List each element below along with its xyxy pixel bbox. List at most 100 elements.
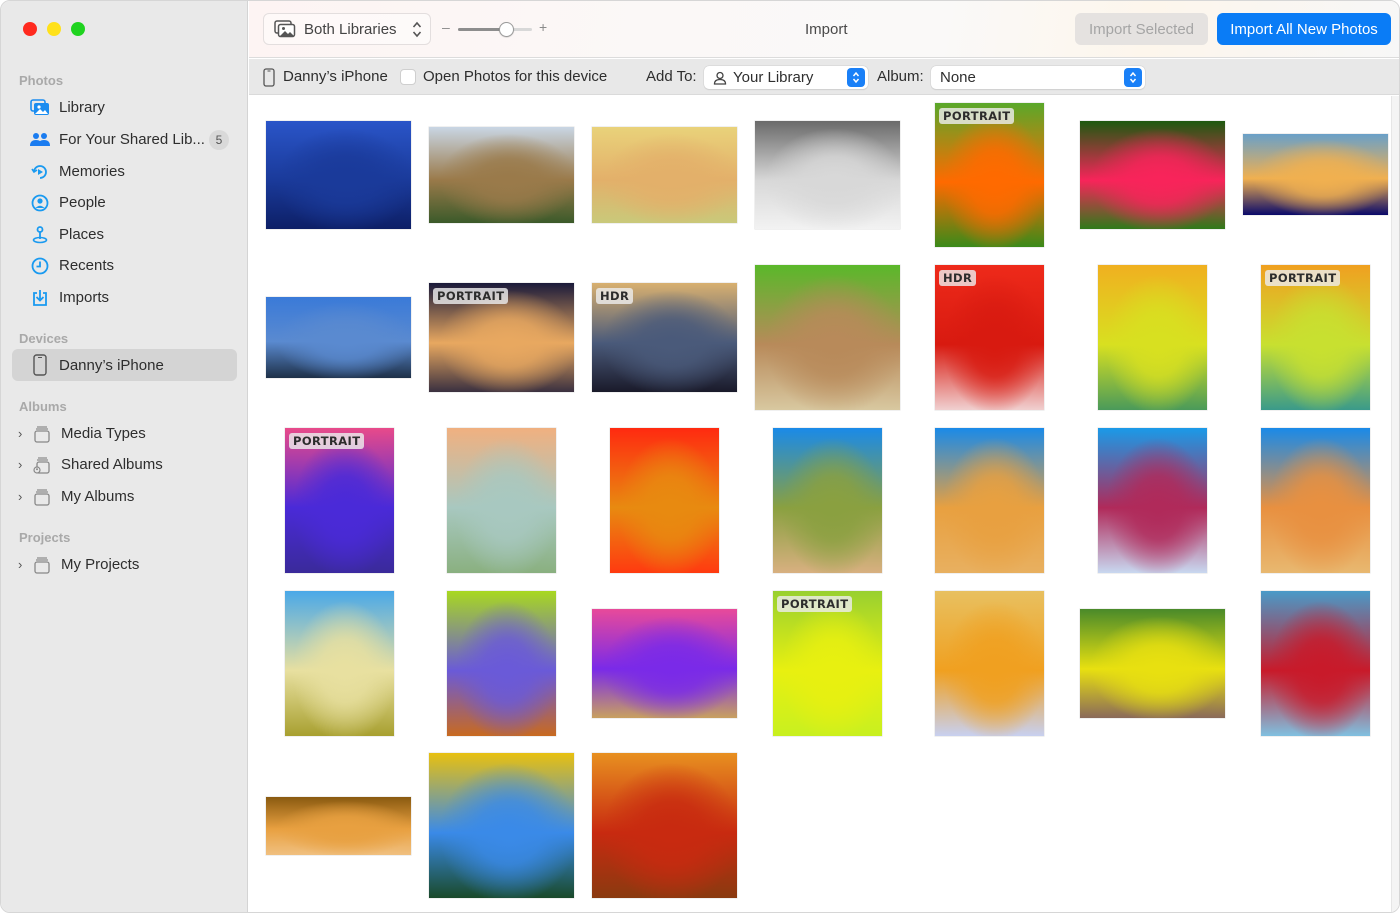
- sidebar-item-label: Memories: [59, 163, 125, 180]
- photo-thumbnail[interactable]: [266, 797, 411, 855]
- sidebar-item-label: Media Types: [61, 425, 146, 442]
- photo-thumbnail[interactable]: [285, 591, 394, 736]
- photo-thumbnail[interactable]: PORTRAIT: [773, 591, 882, 736]
- sidebar-item-label: My Albums: [61, 488, 135, 505]
- thumbnail-size-slider[interactable]: [458, 22, 532, 37]
- places-icon: [30, 225, 50, 245]
- minimize-window-button[interactable]: [47, 22, 61, 36]
- close-window-button[interactable]: [23, 22, 37, 36]
- photo-thumbnail[interactable]: [1080, 121, 1225, 229]
- sidebar-item-people[interactable]: People: [12, 187, 237, 218]
- sidebar-item-dannys-iphone[interactable]: Danny’s iPhone: [12, 349, 237, 381]
- photo-thumbnail[interactable]: PORTRAIT: [429, 283, 574, 392]
- import-selected-button[interactable]: Import Selected: [1075, 13, 1208, 45]
- people-icon: [30, 193, 50, 213]
- photo-thumbnail[interactable]: [1243, 134, 1388, 215]
- window-controls: [23, 22, 85, 36]
- sidebar-item-library[interactable]: Library: [12, 92, 237, 123]
- sidebar-item-label: Places: [59, 226, 105, 243]
- album-stack-icon: [32, 424, 52, 444]
- photo-grid: PORTRAIT PORTRAIT HDR HDR PORTRAIT PORTRAIT PO…: [249, 96, 1399, 912]
- hdr-badge: HDR: [596, 288, 634, 304]
- photo-thumbnail[interactable]: [1261, 591, 1370, 736]
- sidebar-item-label: Recents: [59, 257, 115, 274]
- portrait-badge: PORTRAIT: [777, 596, 853, 612]
- photo-thumbnail[interactable]: [1098, 265, 1207, 410]
- chevron-right-icon[interactable]: ›: [18, 489, 28, 504]
- shared-album-icon: [32, 455, 52, 475]
- shared-library-icon: [30, 130, 50, 150]
- zoom-out-button[interactable]: –: [442, 19, 450, 35]
- sidebar-item-places[interactable]: Places: [12, 219, 237, 250]
- album-value: None: [940, 69, 976, 86]
- chevron-right-icon[interactable]: ›: [18, 426, 28, 441]
- album-popup[interactable]: None: [931, 66, 1145, 89]
- photo-thumbnail[interactable]: [429, 127, 574, 223]
- photo-thumbnail[interactable]: [592, 753, 737, 898]
- sidebar-item-my-projects[interactable]: › My Projects: [12, 549, 237, 580]
- photos-import-window: Photos Library For Your Shared Lib... 5 …: [0, 0, 1400, 913]
- photo-thumbnail[interactable]: [447, 428, 556, 573]
- photo-thumbnail[interactable]: HDR: [935, 265, 1044, 410]
- open-photos-label[interactable]: Open Photos for this device: [423, 68, 607, 85]
- photo-thumbnail[interactable]: [935, 591, 1044, 736]
- sidebar-item-my-albums[interactable]: › My Albums: [12, 481, 237, 512]
- photo-thumbnail[interactable]: [1098, 428, 1207, 573]
- sidebar-item-label: For Your Shared Lib...: [59, 131, 205, 148]
- photo-thumbnail[interactable]: [447, 591, 556, 736]
- memories-icon: [30, 162, 50, 182]
- photo-thumbnail[interactable]: [755, 121, 900, 229]
- hdr-badge: HDR: [939, 270, 977, 286]
- photo-thumbnail[interactable]: [935, 428, 1044, 573]
- photo-thumbnail[interactable]: [773, 428, 882, 573]
- photo-thumbnail[interactable]: [1080, 609, 1225, 718]
- sidebar-item-label: Shared Albums: [61, 456, 163, 473]
- slider-thumb[interactable]: [499, 22, 514, 37]
- chevron-right-icon[interactable]: ›: [18, 557, 28, 572]
- zoom-window-button[interactable]: [71, 22, 85, 36]
- up-down-chevron-icon: [412, 21, 422, 42]
- import-all-new-photos-button[interactable]: Import All New Photos: [1217, 13, 1391, 45]
- up-down-chevron-icon: [1124, 68, 1142, 87]
- up-down-chevron-icon: [847, 68, 865, 87]
- photo-thumbnail[interactable]: [1261, 428, 1370, 573]
- library-selector[interactable]: Both Libraries: [263, 13, 431, 45]
- photo-library-icon: [274, 20, 296, 38]
- section-title-albums: Albums: [19, 399, 67, 414]
- zoom-in-button[interactable]: +: [539, 19, 547, 35]
- person-icon: [713, 71, 727, 85]
- photo-thumbnail[interactable]: [592, 127, 737, 223]
- window-title: Import: [805, 21, 848, 38]
- sidebar-item-label: Library: [59, 99, 105, 116]
- sidebar-item-media-types[interactable]: › Media Types: [12, 418, 237, 449]
- iphone-icon: [263, 68, 275, 91]
- photo-thumbnail[interactable]: [266, 121, 411, 229]
- sidebar-item-recents[interactable]: Recents: [12, 250, 237, 281]
- sidebar-item-label: Imports: [59, 289, 110, 306]
- photo-thumbnail[interactable]: [755, 265, 900, 410]
- photo-thumbnail[interactable]: PORTRAIT: [285, 428, 394, 573]
- sidebar-item-label: My Projects: [61, 556, 140, 573]
- sidebar-item-imports[interactable]: Imports: [12, 282, 237, 313]
- sidebar-item-memories[interactable]: Memories: [12, 156, 237, 187]
- album-label: Album:: [877, 68, 924, 85]
- add-to-popup[interactable]: Your Library: [704, 66, 868, 89]
- chevron-right-icon[interactable]: ›: [18, 457, 28, 472]
- sidebar-item-shared-library[interactable]: For Your Shared Lib... 5: [12, 124, 237, 155]
- vertical-scrollbar[interactable]: [1391, 96, 1399, 912]
- photo-thumbnail[interactable]: [592, 609, 737, 718]
- library-icon: [30, 98, 50, 118]
- sidebar-item-label: People: [59, 194, 106, 211]
- photo-thumbnail[interactable]: [266, 297, 411, 378]
- photo-thumbnail[interactable]: HDR: [592, 283, 737, 392]
- sidebar-item-shared-albums[interactable]: › Shared Albums: [12, 449, 237, 480]
- open-photos-checkbox[interactable]: [400, 69, 416, 85]
- add-to-label: Add To:: [646, 68, 697, 85]
- photo-thumbnail[interactable]: PORTRAIT: [935, 103, 1044, 247]
- toolbar: Both Libraries – + Import Import Selecte…: [249, 1, 1399, 58]
- album-stack-icon: [32, 555, 52, 575]
- photo-thumbnail[interactable]: PORTRAIT: [1261, 265, 1370, 410]
- photo-thumbnail[interactable]: [610, 428, 719, 573]
- photo-thumbnail[interactable]: [429, 753, 574, 898]
- section-title-photos: Photos: [19, 73, 64, 88]
